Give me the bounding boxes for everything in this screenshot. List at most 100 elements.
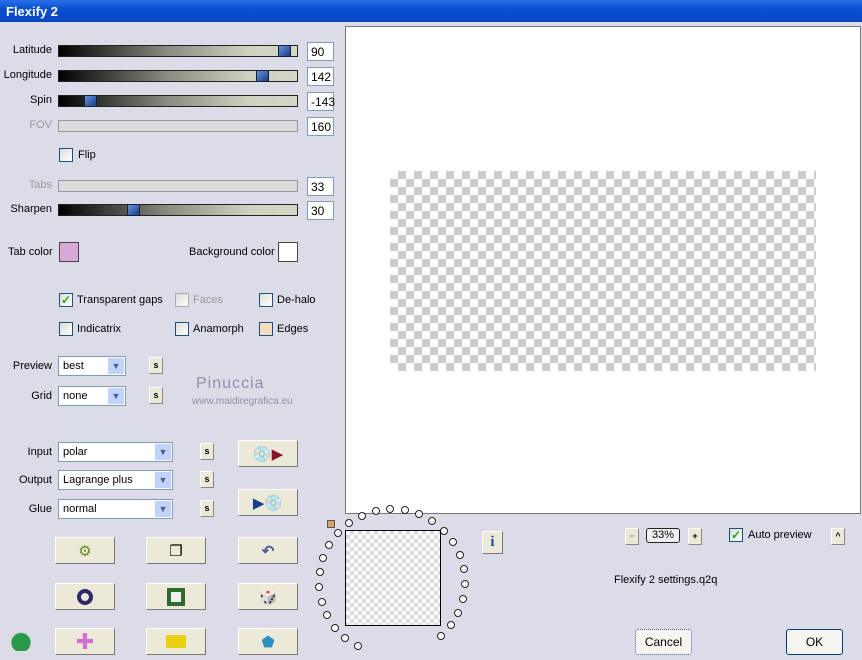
preview-select[interactable]: best ▼ xyxy=(58,356,126,376)
transparent-gaps-checkbox[interactable]: ✓ xyxy=(59,293,73,307)
undo-button[interactable]: ↶ xyxy=(238,537,298,564)
tab-color-swatch[interactable] xyxy=(59,242,79,262)
zoom-in-button[interactable]: + xyxy=(688,528,702,545)
arrow-disc-icon: ▶💿 xyxy=(252,494,284,512)
preview-s-button[interactable]: s xyxy=(149,357,163,374)
info-button[interactable]: i xyxy=(482,531,503,554)
latitude-slider[interactable] xyxy=(58,45,298,57)
navigator-dot[interactable] xyxy=(315,583,323,591)
slider-thumb[interactable] xyxy=(278,45,291,57)
grid-select[interactable]: none ▼ xyxy=(58,386,126,406)
collapse-button[interactable]: ^ xyxy=(831,528,845,545)
de-halo-checkbox[interactable] xyxy=(259,293,273,307)
preview-value: best xyxy=(63,360,84,372)
glue-s-button[interactable]: s xyxy=(200,500,214,517)
longitude-slider[interactable] xyxy=(58,70,298,82)
navigator-dot[interactable] xyxy=(358,512,366,520)
glue-label: Glue xyxy=(28,503,52,515)
navigator-dot[interactable] xyxy=(334,529,342,537)
flip-checkbox[interactable] xyxy=(59,148,73,162)
output-select[interactable]: Lagrange plus ▼ xyxy=(58,470,173,490)
save-settings-button[interactable]: ▶💿 xyxy=(238,489,298,516)
auto-preview-checkbox[interactable]: ✓ xyxy=(729,528,743,542)
indicatrix-checkbox[interactable] xyxy=(59,322,73,336)
random-button[interactable]: 🎲 xyxy=(238,583,298,610)
ok-button[interactable]: OK xyxy=(786,629,843,655)
slider-thumb[interactable] xyxy=(256,70,269,82)
navigator-dot[interactable] xyxy=(454,609,462,617)
frame-button[interactable] xyxy=(146,583,206,610)
brick-icon xyxy=(166,635,186,648)
latitude-value[interactable]: 90 xyxy=(307,42,334,61)
navigator-dot[interactable] xyxy=(415,510,423,518)
navigator-dot[interactable] xyxy=(449,538,457,546)
navigator-dot[interactable] xyxy=(316,568,324,576)
settings-filename: Flexify 2 settings.q2q xyxy=(614,574,718,586)
watermark-name: Pinuccia xyxy=(196,375,265,392)
slider-label: FOV xyxy=(29,119,52,131)
cancel-button[interactable]: Cancel xyxy=(635,629,692,655)
navigator-dot[interactable] xyxy=(331,624,339,632)
slider-label: Longitude xyxy=(3,69,52,81)
spin-slider[interactable] xyxy=(58,95,298,107)
navigator-dot[interactable] xyxy=(401,506,409,514)
navigator-dot[interactable] xyxy=(437,632,445,640)
auto-preview-label: Auto preview xyxy=(748,529,812,541)
ring-button[interactable] xyxy=(55,583,115,610)
slider-label: Spin xyxy=(29,94,52,106)
edges-checkbox[interactable] xyxy=(259,322,273,336)
navigator-dot[interactable] xyxy=(386,505,394,513)
navigator-dot[interactable] xyxy=(354,642,362,650)
option-label: Transparent gaps xyxy=(77,294,163,306)
fov-value[interactable]: 160 xyxy=(307,117,334,136)
navigator-dot[interactable] xyxy=(456,551,464,559)
navigator-dot[interactable] xyxy=(341,634,349,642)
navigator-dot[interactable] xyxy=(428,517,436,525)
faces-checkbox[interactable] xyxy=(175,293,189,307)
copy-icon: ❐ xyxy=(169,542,183,560)
brick-button[interactable] xyxy=(146,628,206,655)
slider-thumb[interactable] xyxy=(84,95,97,107)
anamorph-checkbox[interactable] xyxy=(175,322,189,336)
frame-icon xyxy=(167,587,185,606)
navigator-dot[interactable] xyxy=(447,621,455,629)
navigator-dot[interactable] xyxy=(440,527,448,535)
longitude-value[interactable]: 142 xyxy=(307,67,334,86)
zoom-level: 33% xyxy=(646,528,680,543)
flip-label: Flip xyxy=(78,149,96,161)
background-color-swatch[interactable] xyxy=(278,242,298,262)
input-select[interactable]: polar ▼ xyxy=(58,442,173,462)
navigator-dot[interactable] xyxy=(323,611,331,619)
sharpen-value[interactable]: 30 xyxy=(307,201,334,220)
load-settings-button[interactable]: 💿▶ xyxy=(238,440,298,467)
sharpen-slider[interactable] xyxy=(58,204,298,216)
glue-select[interactable]: normal ▼ xyxy=(58,499,173,519)
navigator-dot[interactable] xyxy=(318,598,326,606)
spin-value[interactable]: -143 xyxy=(307,92,335,111)
cross-button[interactable]: ✚ xyxy=(55,628,115,655)
input-s-button[interactable]: s xyxy=(200,443,214,460)
tabs-slider[interactable] xyxy=(58,180,298,192)
navigator-dot[interactable] xyxy=(461,580,469,588)
tabs-value[interactable]: 33 xyxy=(307,177,334,196)
navigator-dot[interactable] xyxy=(460,565,468,573)
slider-label: Latitude xyxy=(12,44,52,56)
handle-marker[interactable] xyxy=(327,520,335,528)
navigator-dot[interactable] xyxy=(372,507,380,515)
zoom-out-button[interactable]: − xyxy=(625,528,639,545)
copy-button[interactable]: ❐ xyxy=(146,537,206,564)
randomize-all-button[interactable]: ⚙ xyxy=(55,537,115,564)
navigator-dot[interactable] xyxy=(325,541,333,549)
output-s-button[interactable]: s xyxy=(200,471,214,488)
grid-s-button[interactable]: s xyxy=(149,387,163,404)
preview-canvas[interactable] xyxy=(345,26,861,514)
navigator-thumbnail[interactable] xyxy=(345,530,441,626)
cross-icon: ✚ xyxy=(75,628,95,654)
slider-thumb[interactable] xyxy=(127,204,140,216)
navigator-dot[interactable] xyxy=(345,519,353,527)
navigator-dot[interactable] xyxy=(459,595,467,603)
fov-slider[interactable] xyxy=(58,120,298,132)
frog-logo-icon xyxy=(8,627,34,651)
navigator-dot[interactable] xyxy=(319,554,327,562)
pentagon-button[interactable]: ⬟ xyxy=(238,628,298,655)
